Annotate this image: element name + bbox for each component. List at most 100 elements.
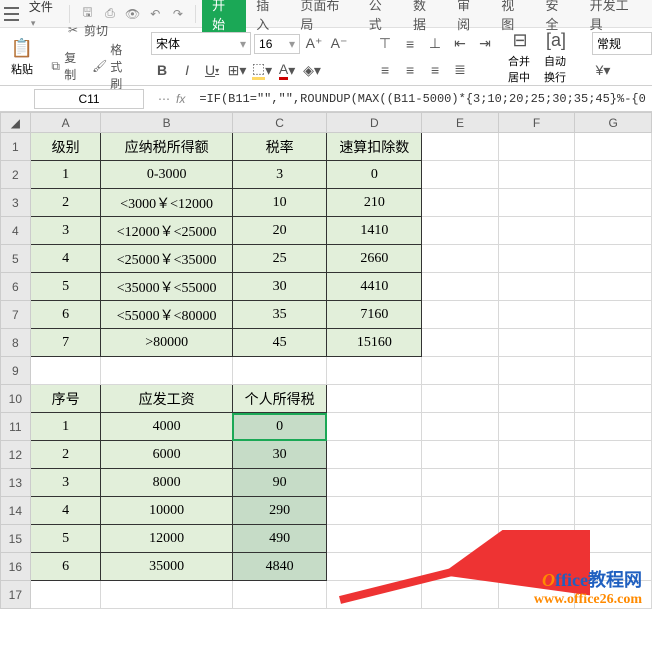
cell[interactable]: 7 — [30, 329, 101, 357]
cell[interactable] — [498, 161, 575, 189]
cell[interactable]: 6 — [30, 301, 101, 329]
cell[interactable]: 1410 — [327, 217, 422, 245]
row-header[interactable]: 1 — [1, 133, 31, 161]
cell[interactable] — [422, 189, 499, 217]
cell[interactable] — [422, 329, 499, 357]
indent-dec-button[interactable]: ⇤ — [449, 33, 471, 55]
cell[interactable] — [422, 497, 499, 525]
cell[interactable] — [575, 301, 652, 329]
redo-icon[interactable]: ↷ — [169, 4, 188, 24]
cell[interactable]: <3000￥<12000 — [101, 189, 232, 217]
align-middle-button[interactable]: ≡ — [399, 33, 421, 55]
cell[interactable] — [498, 329, 575, 357]
row-header[interactable]: 4 — [1, 217, 31, 245]
cell[interactable]: 1 — [30, 413, 101, 441]
select-all-corner[interactable]: ◢ — [1, 113, 31, 133]
cell[interactable] — [422, 133, 499, 161]
cell[interactable] — [422, 273, 499, 301]
cell[interactable] — [575, 441, 652, 469]
row-header[interactable]: 13 — [1, 469, 31, 497]
cell[interactable] — [327, 525, 422, 553]
cell[interactable]: 2660 — [327, 245, 422, 273]
cell[interactable]: 210 — [327, 189, 422, 217]
cell[interactable] — [575, 329, 652, 357]
col-header[interactable]: C — [232, 113, 327, 133]
cell[interactable]: 4410 — [327, 273, 422, 301]
cell[interactable]: 应发工资 — [101, 385, 232, 413]
cell[interactable]: 15160 — [327, 329, 422, 357]
col-header[interactable]: F — [498, 113, 575, 133]
cell[interactable]: 0 — [327, 161, 422, 189]
cell[interactable] — [575, 133, 652, 161]
row-header[interactable]: 11 — [1, 413, 31, 441]
cell[interactable] — [498, 385, 575, 413]
cell[interactable] — [498, 273, 575, 301]
cell[interactable] — [575, 525, 652, 553]
fx-icon[interactable]: fx — [176, 92, 185, 106]
cell[interactable]: 10 — [232, 189, 327, 217]
paste-button[interactable]: 📋 粘贴 — [6, 35, 38, 79]
cell[interactable]: 30 — [232, 441, 327, 469]
cell[interactable] — [422, 161, 499, 189]
undo-icon[interactable]: ↶ — [146, 4, 165, 24]
merge-center-button[interactable]: ⊟ 合并居中 — [504, 27, 536, 87]
cell[interactable]: 4 — [30, 245, 101, 273]
cell[interactable] — [575, 497, 652, 525]
cell[interactable] — [327, 441, 422, 469]
cell[interactable]: 7160 — [327, 301, 422, 329]
cell[interactable]: 290 — [232, 497, 327, 525]
col-header[interactable]: B — [101, 113, 232, 133]
format-painter-button[interactable]: 🖌格式刷 — [88, 40, 127, 93]
hamburger-icon[interactable] — [4, 7, 19, 21]
row-header[interactable]: 17 — [1, 581, 31, 609]
cell[interactable] — [498, 301, 575, 329]
cell[interactable] — [327, 497, 422, 525]
tab-data[interactable]: 数据 — [403, 0, 447, 37]
cell[interactable]: 8000 — [101, 469, 232, 497]
align-top-button[interactable]: ⊤ — [374, 33, 396, 55]
cell[interactable] — [498, 525, 575, 553]
row-header[interactable]: 12 — [1, 441, 31, 469]
cell[interactable]: 45 — [232, 329, 327, 357]
cell[interactable]: 速算扣除数 — [327, 133, 422, 161]
align-justify-button[interactable]: ≣ — [449, 59, 471, 81]
cell[interactable] — [498, 189, 575, 217]
cell[interactable]: 个人所得税 — [232, 385, 327, 413]
cell[interactable]: 6 — [30, 553, 101, 581]
name-box[interactable]: C11 — [34, 89, 144, 109]
border-button[interactable]: ⊞▾ — [226, 59, 248, 81]
row-header[interactable]: 8 — [1, 329, 31, 357]
cell[interactable] — [232, 357, 327, 385]
fill-color-button[interactable]: ⬚▾ — [251, 59, 273, 81]
col-header[interactable]: G — [575, 113, 652, 133]
cell[interactable]: 6000 — [101, 441, 232, 469]
cell[interactable] — [422, 441, 499, 469]
row-header[interactable]: 6 — [1, 273, 31, 301]
number-format-select[interactable]: 常规 — [592, 32, 652, 55]
indent-inc-button[interactable]: ⇥ — [474, 33, 496, 55]
clear-format-button[interactable]: ◈▾ — [301, 59, 323, 81]
cell[interactable]: <55000￥<80000 — [101, 301, 232, 329]
cell[interactable] — [30, 357, 101, 385]
cell[interactable]: 35 — [232, 301, 327, 329]
cell[interactable]: 10000 — [101, 497, 232, 525]
cell[interactable] — [498, 497, 575, 525]
row-header[interactable]: 16 — [1, 553, 31, 581]
cell[interactable]: 30 — [232, 273, 327, 301]
underline-button[interactable]: U — [201, 59, 223, 81]
cell[interactable] — [498, 217, 575, 245]
cell[interactable]: <25000￥<35000 — [101, 245, 232, 273]
cell[interactable] — [422, 553, 499, 581]
cell[interactable] — [232, 581, 327, 609]
cell[interactable]: 35000 — [101, 553, 232, 581]
cell-active[interactable]: 0 — [232, 413, 327, 441]
cell[interactable]: 5 — [30, 273, 101, 301]
cell[interactable] — [575, 273, 652, 301]
cell[interactable] — [422, 301, 499, 329]
formula-bar[interactable]: =IF(B11="","",ROUNDUP(MAX((B11-5000)*{3;… — [193, 90, 652, 108]
cell[interactable] — [575, 469, 652, 497]
cell[interactable]: 0-3000 — [101, 161, 232, 189]
spreadsheet-grid[interactable]: ◢ A B C D E F G 1 级别 应纳税所得额 税率 速算扣除数 210… — [0, 112, 652, 609]
cell[interactable]: 12000 — [101, 525, 232, 553]
cell[interactable] — [498, 357, 575, 385]
